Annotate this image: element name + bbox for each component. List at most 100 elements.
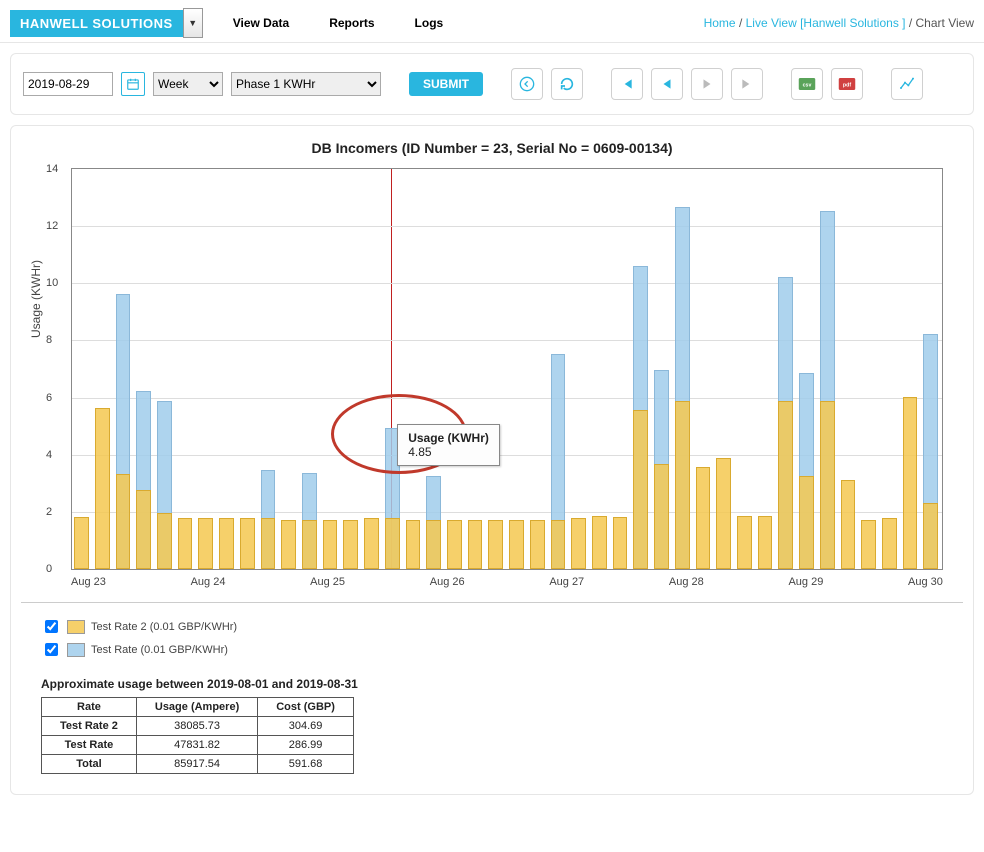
bar-orange[interactable] (116, 474, 131, 569)
bar-orange[interactable] (551, 520, 566, 569)
brand: HANWELL SOLUTIONS ▼ (10, 8, 203, 38)
calendar-icon[interactable] (121, 72, 145, 96)
play-forward-icon[interactable] (691, 68, 723, 100)
bar-orange[interactable] (530, 520, 545, 569)
brand-dropdown-toggle[interactable]: ▼ (183, 8, 203, 38)
x-tick: Aug 26 (430, 576, 465, 588)
bar-orange[interactable] (447, 520, 462, 569)
usage-summary-title: Approximate usage between 2019-08-01 and… (41, 677, 963, 691)
svg-text:pdf: pdf (843, 82, 851, 88)
bar-orange[interactable] (861, 520, 876, 569)
bar-orange[interactable] (737, 516, 752, 569)
bar-orange[interactable] (261, 518, 276, 569)
submit-button[interactable]: SUBMIT (409, 72, 483, 96)
bar-orange[interactable] (654, 464, 669, 569)
x-tick: Aug 25 (310, 576, 345, 588)
bar-orange[interactable] (95, 408, 110, 569)
table-row: Total85917.54591.68 (42, 755, 354, 774)
bar-orange[interactable] (198, 518, 213, 569)
bar-orange[interactable] (406, 520, 421, 569)
export-pdf-icon[interactable]: pdf (831, 68, 863, 100)
breadcrumb: Home / Live View [Hanwell Solutions ] / … (704, 16, 974, 30)
x-tick: Aug 30 (908, 576, 943, 588)
bar-orange[interactable] (592, 516, 607, 569)
phase-select[interactable]: Phase 1 KWHrPhase 2 KWHrPhase 3 KWHr (231, 72, 381, 96)
tooltip-label: Usage (KWHr) (408, 431, 489, 445)
table-row: Test Rate47831.82286.99 (42, 736, 354, 755)
nav-reports[interactable]: Reports (329, 16, 374, 30)
bar-orange[interactable] (882, 518, 897, 569)
skip-back-icon[interactable] (611, 68, 643, 100)
toolbar-panel: DayWeekMonth Phase 1 KWHrPhase 2 KWHrPha… (10, 53, 974, 115)
legend-checkbox-1[interactable] (45, 620, 58, 633)
chart-grid[interactable]: Usage (KWHr) 4.85 02468101214 (71, 168, 943, 570)
date-input[interactable] (23, 72, 113, 96)
legend-checkbox-2[interactable] (45, 643, 58, 656)
bar-orange[interactable] (696, 467, 711, 569)
svg-text:csv: csv (803, 82, 812, 88)
legend-swatch-blue (67, 643, 85, 657)
bar-orange[interactable] (426, 520, 441, 569)
x-tick: Aug 24 (191, 576, 226, 588)
y-axis-label: Usage (KWHr) (29, 260, 43, 338)
bar-orange[interactable] (157, 513, 172, 569)
x-tick: Aug 23 (71, 576, 106, 588)
bar-orange[interactable] (488, 520, 503, 569)
bar-orange[interactable] (74, 517, 89, 569)
bar-orange[interactable] (613, 517, 628, 569)
x-tick: Aug 28 (669, 576, 704, 588)
x-axis: Aug 23 Aug 24 Aug 25 Aug 26 Aug 27 Aug 28 Aug … (71, 576, 943, 588)
bar-orange[interactable] (364, 518, 379, 569)
crumb-chart-view: Chart View (916, 16, 974, 30)
legend-label-2: Test Rate (0.01 GBP/KWHr) (91, 644, 228, 656)
play-back-icon[interactable] (651, 68, 683, 100)
bar-orange[interactable] (903, 397, 918, 569)
chart-type-icon[interactable] (891, 68, 923, 100)
table-row: Test Rate 238085.73304.69 (42, 717, 354, 736)
bar-orange[interactable] (302, 520, 317, 569)
chart-title: DB Incomers (ID Number = 23, Serial No =… (21, 140, 963, 156)
usage-summary-table: RateUsage (Ampere)Cost (GBP) Test Rate 2… (41, 697, 354, 774)
crumb-live-view[interactable]: Live View [Hanwell Solutions ] (746, 16, 906, 30)
top-navbar: HANWELL SOLUTIONS ▼ View Data Reports Lo… (0, 0, 984, 43)
bar-orange[interactable] (820, 401, 835, 569)
primary-nav: View Data Reports Logs (233, 16, 444, 30)
export-csv-icon[interactable]: csv (791, 68, 823, 100)
bar-orange[interactable] (240, 518, 255, 569)
bar-orange[interactable] (571, 518, 586, 569)
crumb-home[interactable]: Home (704, 16, 736, 30)
bar-orange[interactable] (841, 480, 856, 569)
period-select[interactable]: DayWeekMonth (153, 72, 223, 96)
x-tick: Aug 29 (788, 576, 823, 588)
brand-button[interactable]: HANWELL SOLUTIONS (10, 10, 183, 37)
skip-forward-icon[interactable] (731, 68, 763, 100)
bar-orange[interactable] (923, 503, 938, 569)
bar-orange[interactable] (219, 518, 234, 569)
x-tick: Aug 27 (549, 576, 584, 588)
bar-orange[interactable] (178, 518, 193, 569)
nav-view-data[interactable]: View Data (233, 16, 289, 30)
bar-orange[interactable] (633, 410, 648, 569)
bar-orange[interactable] (778, 401, 793, 569)
bar-orange[interactable] (675, 401, 690, 569)
table-header: Rate (42, 698, 137, 717)
chart-plot: Usage (KWHr) Usage (KWHr) 4.85 024681012… (71, 168, 943, 588)
bar-orange[interactable] (509, 520, 524, 569)
bar-orange[interactable] (468, 520, 483, 569)
table-header: Cost (GBP) (258, 698, 354, 717)
legend-label-1: Test Rate 2 (0.01 GBP/KWHr) (91, 621, 237, 633)
bar-orange[interactable] (323, 520, 338, 569)
tooltip-value: 4.85 (408, 445, 431, 459)
bar-orange[interactable] (136, 490, 151, 569)
bar-orange[interactable] (343, 520, 358, 569)
bar-orange[interactable] (716, 458, 731, 569)
bar-orange[interactable] (799, 476, 814, 569)
nav-logs[interactable]: Logs (415, 16, 444, 30)
bar-orange[interactable] (385, 518, 400, 569)
refresh-icon[interactable] (551, 68, 583, 100)
legend-item-test-rate: Test Rate (0.01 GBP/KWHr) (41, 640, 963, 659)
table-header: Usage (Ampere) (136, 698, 257, 717)
bar-orange[interactable] (758, 516, 773, 569)
bar-orange[interactable] (281, 520, 296, 569)
back-arrow-icon[interactable] (511, 68, 543, 100)
